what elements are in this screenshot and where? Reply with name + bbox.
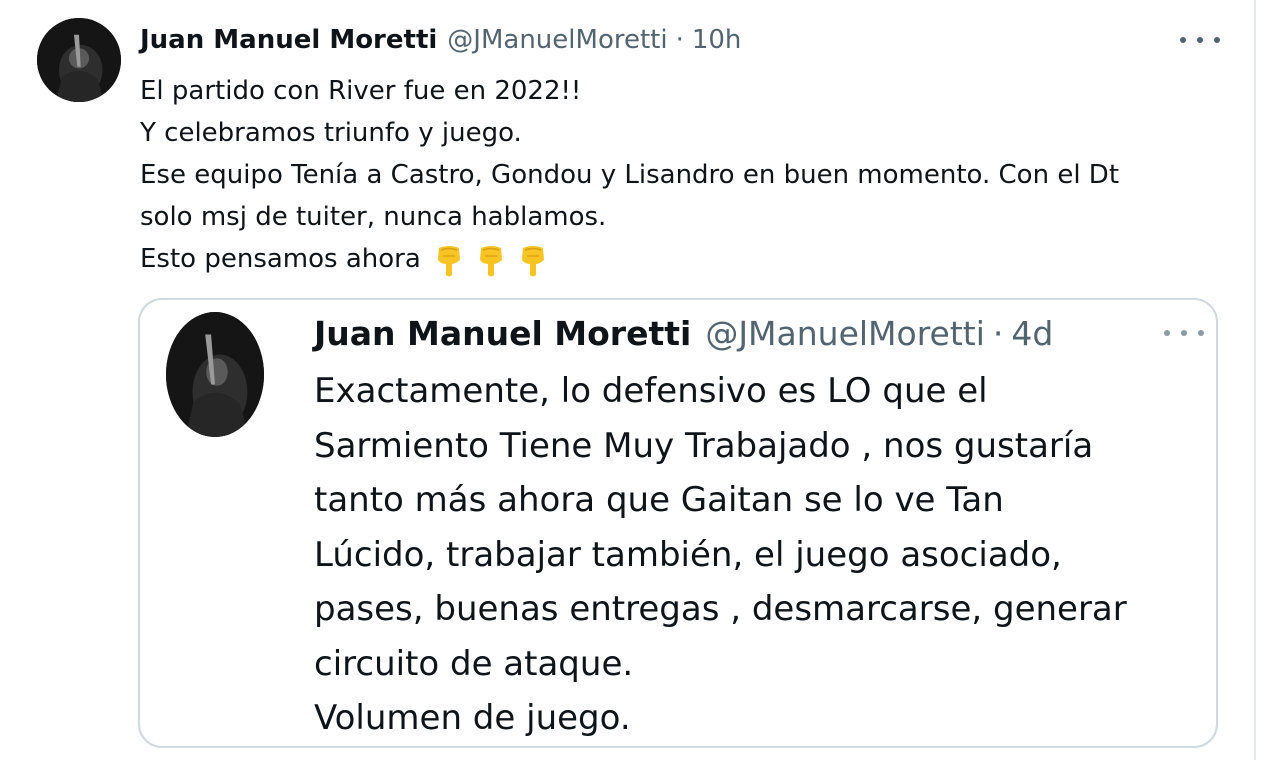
tweet-timestamp[interactable]: 10h — [692, 22, 742, 58]
tweet-header: Juan Manuel Moretti @JManuelMoretti · 10… — [140, 22, 741, 62]
avatar-photo — [166, 312, 264, 437]
quoted-author-name[interactable]: Juan Manuel Moretti — [314, 310, 691, 358]
more-dot — [1198, 330, 1204, 336]
quoted-text-line: Lúcido, trabajar también, el juego asoci… — [314, 534, 1062, 575]
timeline-column-border — [1254, 0, 1256, 760]
quoted-text-line: Sarmiento Tiene Muy Trabajado , nos gust… — [314, 425, 1094, 466]
tweet-text-line: Esto pensamos ahora — [140, 244, 421, 274]
more-options-icon[interactable] — [1180, 24, 1220, 56]
quoted-author-avatar[interactable] — [166, 312, 264, 437]
tweet-text-line: Ese equipo Tenía a Castro, Gondou y Lisa… — [140, 160, 1120, 190]
tweet[interactable]: Juan Manuel Moretti @JManuelMoretti · 10… — [0, 0, 1254, 760]
quoted-text-line: pases, buenas entregas , desmarcarse, ge… — [314, 589, 1127, 629]
tweet-text-line: solo msj de tuiter, nunca hablamos. — [140, 202, 607, 232]
more-dot — [1181, 330, 1187, 336]
tweet-text: El partido con River fue en 2022!! Y cel… — [140, 70, 1240, 280]
more-dot — [1180, 37, 1186, 43]
pointing-down-hand-icon — [437, 245, 460, 276]
quoted-author-handle[interactable]: @JManuelMoretti — [705, 310, 985, 358]
quoted-tweet-header: Juan Manuel Moretti @JManuelMoretti · 4d — [314, 310, 1053, 360]
author-handle[interactable]: @JManuelMoretti — [447, 22, 667, 58]
quoted-tweet-text: Exactamente, lo defensivo es LO que el S… — [314, 364, 1204, 746]
more-dot — [1164, 330, 1170, 336]
quoted-more-options-icon[interactable] — [1164, 326, 1204, 340]
author-name[interactable]: Juan Manuel Moretti — [140, 22, 437, 58]
separator-dot: · — [675, 25, 684, 55]
emoji-group — [431, 242, 551, 278]
author-avatar[interactable] — [37, 18, 121, 102]
pointing-down-hand-icon — [479, 245, 502, 276]
more-dot — [1214, 37, 1220, 43]
tweet-text-line: Y celebramos triunfo y juego. — [140, 118, 522, 148]
quoted-text-line: tanto más ahora que Gaitan se lo ve Tan — [314, 480, 1004, 520]
pointing-down-hand-icon — [521, 245, 544, 276]
quoted-tweet[interactable]: Juan Manuel Moretti @JManuelMoretti · 4d… — [138, 298, 1218, 748]
tweet-text-line: El partido con River fue en 2022!! — [140, 76, 582, 106]
separator-dot: · — [992, 314, 1004, 353]
quoted-tweet-timestamp[interactable]: 4d — [1011, 310, 1053, 358]
quoted-text-line: Exactamente, lo defensivo es LO que el — [314, 371, 988, 411]
quoted-text-line: circuito de ataque. — [314, 643, 634, 684]
quoted-text-line: Volumen de juego. — [314, 698, 631, 738]
tweet-text-line-with-emoji: Esto pensamos ahora — [140, 238, 1240, 280]
more-dot — [1197, 37, 1203, 43]
avatar-photo — [37, 18, 121, 102]
